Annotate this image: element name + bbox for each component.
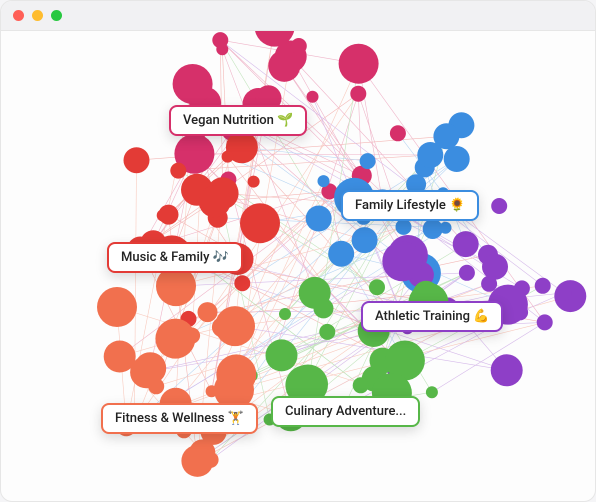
graph-node[interactable] xyxy=(353,377,369,393)
cluster-label-text: Fitness & Wellness 🏋️ xyxy=(115,411,244,426)
graph-node[interactable] xyxy=(266,339,298,371)
graph-node[interactable] xyxy=(124,147,150,173)
graph-node[interactable] xyxy=(181,445,213,477)
cluster-label-text: Vegan Nutrition 🌱 xyxy=(183,113,293,128)
graph-node[interactable] xyxy=(352,227,378,253)
graph-node[interactable] xyxy=(535,278,551,294)
graph-node[interactable] xyxy=(482,254,508,280)
graph-node[interactable] xyxy=(339,44,379,84)
graph-node[interactable] xyxy=(360,153,376,169)
graph-node[interactable] xyxy=(491,198,507,214)
graph-node[interactable] xyxy=(248,176,260,188)
graph-node[interactable] xyxy=(390,125,406,141)
maximize-icon[interactable] xyxy=(51,10,62,21)
graph-node[interactable] xyxy=(314,298,334,318)
cluster-label-text: Athletic Training 💪 xyxy=(375,309,489,324)
graph-node[interactable] xyxy=(453,231,479,257)
graph-node[interactable] xyxy=(258,92,270,104)
graph-node[interactable] xyxy=(212,32,228,48)
cluster-label-fitness[interactable]: Fitness & Wellness 🏋️ xyxy=(101,403,258,434)
graph-node[interactable] xyxy=(556,285,572,301)
close-icon[interactable] xyxy=(13,10,24,21)
cluster-label-text: Family Lifestyle 🌻 xyxy=(355,198,465,213)
graph-node[interactable] xyxy=(155,319,195,359)
cluster-label-vegan[interactable]: Vegan Nutrition 🌱 xyxy=(169,105,307,136)
graph-node[interactable] xyxy=(97,287,137,327)
graph-node[interactable] xyxy=(222,151,234,163)
graph-node[interactable] xyxy=(307,91,319,103)
graph-node[interactable] xyxy=(306,206,332,232)
graph-node[interactable] xyxy=(279,308,291,320)
graph-node[interactable] xyxy=(537,314,553,330)
graph-node[interactable] xyxy=(170,163,186,179)
graph-node[interactable] xyxy=(328,241,354,267)
graph-node[interactable] xyxy=(173,64,213,104)
graph-node[interactable] xyxy=(369,279,385,295)
graph-node[interactable] xyxy=(291,38,307,54)
cluster-label-athletic[interactable]: Athletic Training 💪 xyxy=(361,301,503,332)
graph-node[interactable] xyxy=(444,146,470,172)
graph-node[interactable] xyxy=(198,302,218,322)
network-graph xyxy=(1,31,596,502)
cluster-label-family[interactable]: Family Lifestyle 🌻 xyxy=(341,190,479,221)
app-window: Vegan Nutrition 🌱 Family Lifestyle 🌻 Music… xyxy=(0,0,596,502)
graph-node[interactable] xyxy=(426,386,438,398)
graph-canvas[interactable]: Vegan Nutrition 🌱 Family Lifestyle 🌻 Music… xyxy=(1,31,595,501)
graph-node[interactable] xyxy=(212,317,232,337)
graph-node[interactable] xyxy=(350,86,366,102)
graph-node[interactable] xyxy=(417,142,443,168)
minimize-icon[interactable] xyxy=(32,10,43,21)
graph-node[interactable] xyxy=(440,222,452,234)
graph-node[interactable] xyxy=(234,275,250,291)
graph-node[interactable] xyxy=(159,205,179,225)
graph-node[interactable] xyxy=(319,324,335,340)
graph-node[interactable] xyxy=(491,354,523,386)
graph-node[interactable] xyxy=(240,203,280,243)
titlebar xyxy=(1,1,595,31)
graph-node[interactable] xyxy=(199,186,231,218)
graph-node[interactable] xyxy=(104,341,136,373)
graph-node[interactable] xyxy=(459,265,475,281)
cluster-label-culinary[interactable]: Culinary Adventure... xyxy=(271,396,420,427)
cluster-label-text: Culinary Adventure... xyxy=(285,404,406,419)
graph-node[interactable] xyxy=(318,175,330,187)
graph-node[interactable] xyxy=(382,241,422,281)
graph-node[interactable] xyxy=(268,50,300,82)
cluster-label-text: Music & Family 🎶 xyxy=(121,250,229,265)
graph-node[interactable] xyxy=(396,219,412,235)
graph-node[interactable] xyxy=(134,352,166,384)
cluster-label-music[interactable]: Music & Family 🎶 xyxy=(107,242,243,273)
graph-node[interactable] xyxy=(216,354,256,394)
